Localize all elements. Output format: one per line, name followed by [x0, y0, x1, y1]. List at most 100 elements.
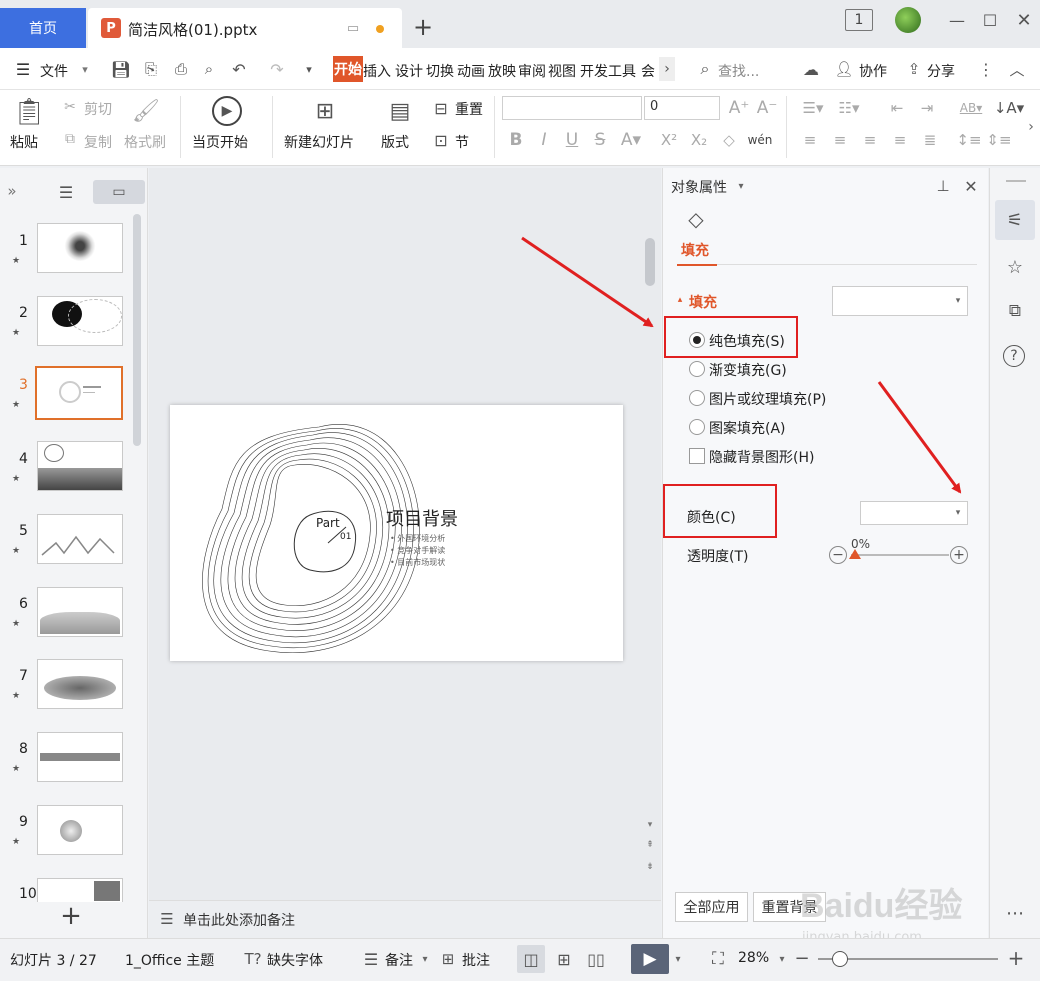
- customize-chevron-icon[interactable]: ▾: [300, 60, 318, 78]
- tab-design[interactable]: 设计: [395, 61, 423, 81]
- fit-window-icon[interactable]: ⛶: [706, 947, 730, 971]
- tab-member[interactable]: 会: [641, 61, 655, 81]
- pin-icon[interactable]: ⊥: [933, 176, 953, 196]
- collaborate-icon[interactable]: 👤︎: [833, 59, 855, 79]
- gradient-fill-radio[interactable]: [689, 361, 705, 377]
- theme-name[interactable]: 1_Office 主题: [125, 950, 214, 970]
- close-panel-icon[interactable]: ✕: [961, 176, 981, 196]
- zoom-level[interactable]: 28%: [738, 950, 769, 966]
- chevron-down-icon[interactable]: ▾: [776, 950, 788, 968]
- numbering-icon[interactable]: ☷▾: [834, 96, 864, 120]
- transparency-slider-thumb[interactable]: [849, 549, 861, 559]
- slide-thumbnail[interactable]: [37, 587, 123, 637]
- tab-start[interactable]: 开始: [333, 56, 363, 82]
- transparency-slider-track[interactable]: [851, 554, 949, 556]
- next-slide-icon[interactable]: ⇟: [645, 860, 655, 874]
- align-right-icon[interactable]: ≡: [858, 128, 882, 152]
- slide-thumbnail[interactable]: [37, 441, 123, 491]
- collaborate-button[interactable]: 协作: [859, 61, 887, 81]
- zoom-slider-thumb[interactable]: [832, 951, 848, 967]
- pattern-fill-radio[interactable]: [689, 419, 705, 435]
- avatar[interactable]: [895, 7, 921, 33]
- notes-placeholder[interactable]: 单击此处添加备注: [183, 910, 295, 930]
- export-icon[interactable]: ⎘: [140, 59, 162, 79]
- slide-thumbnail[interactable]: [37, 296, 123, 346]
- section-collapse-icon[interactable]: ▴: [675, 294, 685, 306]
- share-button[interactable]: 分享: [927, 61, 955, 81]
- zoom-in-icon[interactable]: +: [1006, 946, 1026, 970]
- tab-view[interactable]: 视图: [548, 61, 576, 81]
- transparency-decrease-icon[interactable]: −: [829, 546, 847, 564]
- thumbnail-scrollbar[interactable]: [133, 214, 141, 446]
- format-painter-button[interactable]: 格式刷: [124, 132, 166, 152]
- layout-button[interactable]: 版式: [381, 132, 409, 152]
- tab-fill[interactable]: 填充: [681, 240, 709, 260]
- color-dropdown[interactable]: ▾: [860, 501, 968, 525]
- notes-toggle-icon[interactable]: ☰: [360, 948, 382, 970]
- file-menu[interactable]: 文件: [40, 61, 68, 81]
- cloud-sync-icon[interactable]: ☁: [800, 59, 822, 79]
- missing-font-icon[interactable]: T?: [242, 948, 264, 970]
- font-size-select[interactable]: 0: [644, 96, 720, 120]
- slide-thumbnail[interactable]: [37, 223, 123, 273]
- slide-thumbnail[interactable]: [37, 659, 123, 709]
- layout-icon[interactable]: ▤: [386, 96, 414, 126]
- strikethrough-icon[interactable]: S: [590, 128, 610, 152]
- fill-bucket-icon[interactable]: ◇: [683, 206, 709, 232]
- more-options-icon[interactable]: ⋮: [978, 59, 994, 79]
- current-slide[interactable]: Part 01 项目背景 • 外国环境分析 • 竞争对手解读 • 目前市场现状: [170, 405, 623, 661]
- comment-icon[interactable]: ⊞: [437, 948, 459, 970]
- collapse-ribbon-icon[interactable]: ︿: [1006, 59, 1028, 79]
- play-icon[interactable]: ▶: [212, 96, 242, 126]
- paste-icon[interactable]: 📋︎: [13, 96, 46, 128]
- search-input[interactable]: 查找...: [718, 61, 759, 81]
- ribbon-scroll-right-icon[interactable]: ›: [1024, 112, 1038, 142]
- new-slide-button[interactable]: 新建幻灯片: [284, 132, 354, 152]
- notes-bar[interactable]: ☰ 单击此处添加备注: [149, 900, 661, 938]
- tab-review[interactable]: 审阅: [518, 61, 546, 81]
- workspace-icon[interactable]: 1: [845, 9, 873, 31]
- distribute-icon[interactable]: ≣: [918, 128, 942, 152]
- apply-all-button[interactable]: 全部应用: [675, 892, 748, 922]
- start-from-current-button[interactable]: 当页开始: [192, 132, 248, 152]
- text-highlight-icon[interactable]: AB▾: [954, 96, 988, 120]
- bullets-icon[interactable]: ☰▾: [798, 96, 828, 120]
- expand-panel-icon[interactable]: »: [4, 182, 20, 200]
- help-icon[interactable]: ?: [1003, 345, 1025, 367]
- undo-icon[interactable]: ↶: [228, 59, 250, 79]
- print-preview-icon[interactable]: ⌕: [198, 59, 220, 79]
- home-tab[interactable]: 首页: [0, 8, 86, 48]
- slide-thumbnail[interactable]: [37, 514, 123, 564]
- tab-slideshow[interactable]: 放映: [488, 61, 516, 81]
- transparency-increase-icon[interactable]: +: [950, 546, 968, 564]
- transition-icon[interactable]: ⧉: [1002, 298, 1028, 324]
- bold-icon[interactable]: B: [506, 128, 526, 152]
- hide-background-label[interactable]: 隐藏背景图形(H): [709, 447, 814, 467]
- gradient-fill-label[interactable]: 渐变填充(G): [709, 360, 787, 380]
- line-spacing-icon[interactable]: ↕≡: [956, 128, 982, 152]
- decrease-indent-icon[interactable]: ⇤: [884, 96, 910, 120]
- slideshow-play-button[interactable]: ▶: [631, 944, 669, 974]
- more-tabs-icon[interactable]: ›: [659, 57, 675, 81]
- chevron-down-icon[interactable]: ▾: [420, 950, 430, 968]
- panel-title[interactable]: 对象属性: [671, 177, 727, 197]
- phonetic-icon[interactable]: wén: [746, 128, 774, 152]
- star-icon[interactable]: ☆: [1002, 254, 1028, 280]
- slide-thumbnail[interactable]: [37, 805, 123, 855]
- section-icon[interactable]: ⊡: [430, 130, 452, 150]
- hide-background-checkbox[interactable]: [689, 448, 705, 464]
- subscript-icon[interactable]: X₂: [688, 128, 710, 152]
- slide-thumbnail[interactable]: [37, 732, 123, 782]
- decrease-font-icon[interactable]: A⁻: [756, 96, 778, 120]
- font-family-select[interactable]: [502, 96, 642, 120]
- section-button[interactable]: 节: [455, 132, 469, 152]
- format-painter-icon[interactable]: 🖌︎: [132, 96, 160, 126]
- align-center-icon[interactable]: ≡: [828, 128, 852, 152]
- comments-button[interactable]: 批注: [462, 950, 490, 970]
- tab-developer[interactable]: 开发工具: [580, 61, 636, 81]
- superscript-icon[interactable]: X²: [658, 128, 680, 152]
- print-icon[interactable]: ⎙: [170, 59, 192, 79]
- align-left-icon[interactable]: ≡: [798, 128, 822, 152]
- slide-thumbnail[interactable]: [37, 878, 123, 902]
- copy-icon[interactable]: ⧉: [60, 130, 80, 148]
